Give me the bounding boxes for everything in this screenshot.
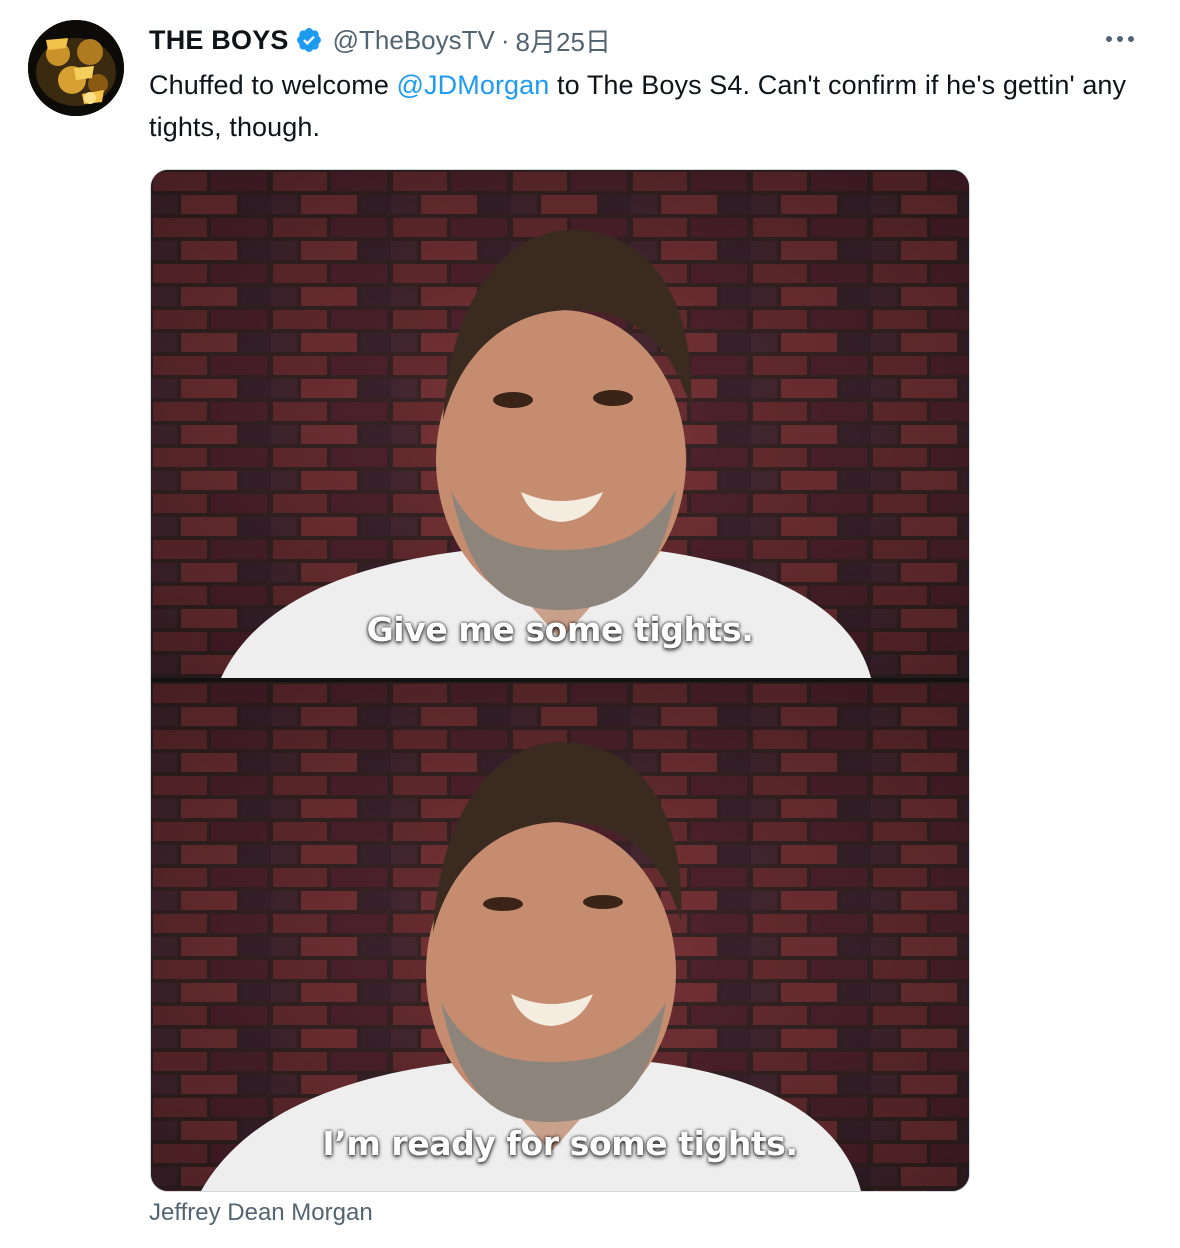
separator-dot: · xyxy=(500,24,510,55)
mention-link[interactable]: @JDMorgan xyxy=(397,70,550,100)
tweet: THE BOYS @TheBoysTV · 8月25日 Chuffed to w… xyxy=(0,0,1180,1248)
more-dots-icon xyxy=(1106,36,1134,42)
user-handle[interactable]: @TheBoysTV xyxy=(333,25,495,56)
media-frame-top: Give me some tights. xyxy=(151,170,969,678)
actor-photo-image xyxy=(151,682,969,1191)
actor-photo-image xyxy=(151,170,969,678)
timestamp[interactable]: 8月25日 xyxy=(516,22,611,59)
more-options-button[interactable] xyxy=(1100,24,1140,54)
subtitle-text: I’m ready for some tights. xyxy=(322,1124,798,1163)
tweet-text-part: Chuffed to welcome xyxy=(149,70,397,100)
tweet-text: Chuffed to welcome @JDMorgan to The Boys… xyxy=(149,64,1139,148)
subtitle-text: Give me some tights. xyxy=(366,610,754,649)
tweet-media[interactable]: Give me some tights. I’m ready for some … xyxy=(150,169,970,1192)
display-name[interactable]: THE BOYS xyxy=(149,25,289,56)
the-boys-logo-icon xyxy=(28,20,124,116)
tweet-header: THE BOYS @TheBoysTV · 8月25日 xyxy=(149,22,611,58)
media-caption: Jeffrey Dean Morgan xyxy=(149,1199,373,1226)
media-frame-bottom: I’m ready for some tights. xyxy=(151,682,969,1191)
avatar[interactable] xyxy=(28,20,124,116)
verified-badge-icon xyxy=(295,26,323,54)
